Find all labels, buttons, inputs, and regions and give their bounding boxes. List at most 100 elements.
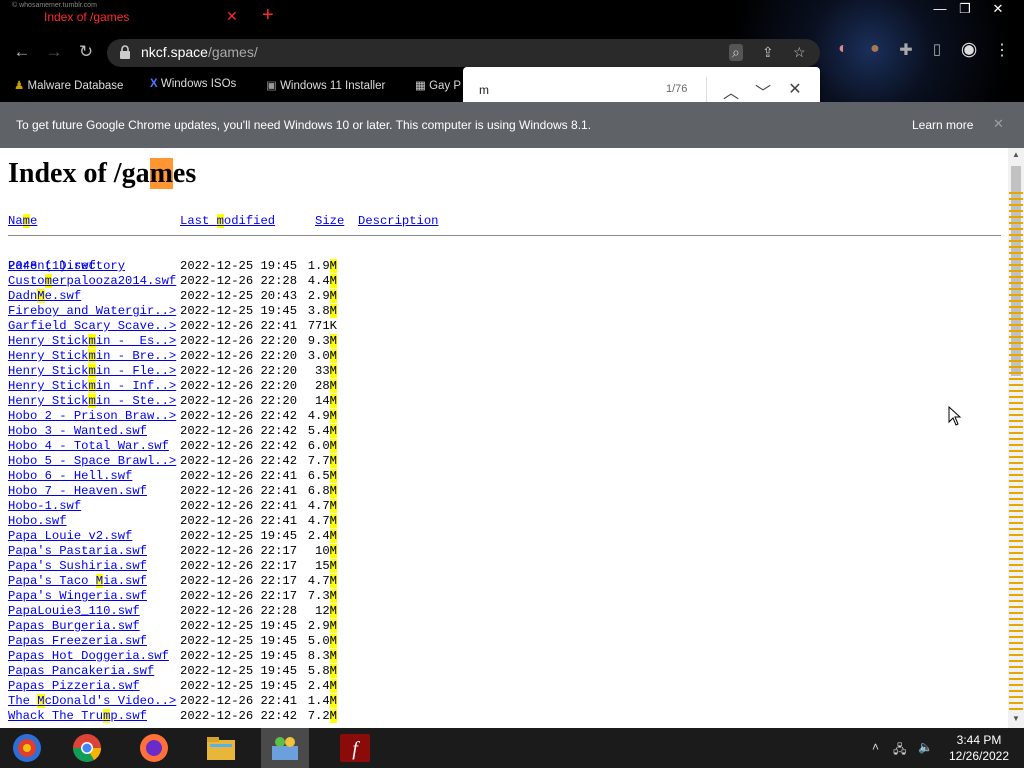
file-link[interactable]: Papa's Taco Mia.swf (8, 574, 147, 589)
infobar-close-icon[interactable]: ✕ (993, 116, 1004, 132)
restore-icon[interactable]: ❐ (950, 0, 980, 18)
file-link[interactable]: Papa Louie v2.swf (8, 529, 132, 544)
bookmark-star-icon[interactable]: ☆ (793, 44, 806, 61)
system-clock[interactable]: 3:44 PM 12/26/2022 (944, 732, 1014, 764)
url-text[interactable]: nkcf.space/games/ (141, 44, 258, 60)
find-match-marker (1009, 648, 1023, 650)
column-header-size[interactable]: Size (315, 214, 344, 228)
file-modified: 2022-12-26 22:17 (180, 574, 298, 588)
file-link[interactable]: DadnMe.swf (8, 289, 81, 304)
file-size: 7.2M (307, 709, 337, 723)
file-link[interactable]: Hobo 4 - Total War.swf (8, 439, 169, 454)
find-match-marker (1009, 282, 1023, 284)
file-link[interactable]: Papas Hot Doggeria.swf (8, 649, 169, 664)
scroll-down-icon[interactable]: ▼ (1012, 714, 1020, 723)
toolbar: ← → ↻ nkcf.space/games/ ⌕ ⇪ ☆ ◐ ● ✚ ▯ ◉ … (0, 34, 1024, 70)
column-header-last-modified[interactable]: Last modified (180, 214, 275, 228)
find-next-icon[interactable]: ﹀ (753, 79, 773, 103)
find-in-page-icon[interactable]: ⌕ (729, 44, 743, 61)
find-match-marker (1009, 354, 1023, 356)
extensions-puzzle-icon[interactable]: ✚ (895, 40, 917, 60)
extension-avatar-icon[interactable]: ● (864, 40, 886, 58)
reload-icon[interactable]: ↻ (75, 42, 97, 62)
bookmark-partial[interactable]: ▦ Gay P (415, 78, 461, 92)
file-link[interactable]: Papa's Wingeria.swf (8, 589, 147, 604)
file-link[interactable]: 2048 (1).swf (8, 259, 96, 274)
find-match-marker (1009, 612, 1023, 614)
file-link[interactable]: PapaLouie3_110.swf (8, 604, 140, 619)
file-link[interactable]: Hobo 7 - Heaven.swf (8, 484, 147, 499)
column-header-name[interactable]: Name (8, 214, 37, 228)
forward-icon[interactable]: → (43, 42, 65, 62)
file-size: 771K (307, 319, 337, 333)
file-modified: 2022-12-26 22:20 (180, 394, 298, 408)
file-modified: 2022-12-26 22:42 (180, 709, 298, 723)
list-item: Papa's Taco Mia.swf 2022-12-26 22:17 4.7M (8, 574, 337, 589)
tab-close-icon[interactable]: ✕ (226, 8, 238, 25)
new-tab-icon[interactable]: + (262, 4, 274, 27)
find-match-marker (1009, 336, 1023, 338)
file-link[interactable]: Henry Stickmin - Inf..> (8, 379, 176, 394)
find-match-marker (1009, 318, 1023, 320)
infobar-message: To get future Google Chrome updates, you… (16, 118, 592, 132)
firefox-icon[interactable] (137, 732, 171, 764)
file-link[interactable]: Papas Freezeria.swf (8, 634, 147, 649)
file-link[interactable]: Henry Stickmin - Es..> (8, 334, 176, 349)
address-bar[interactable]: nkcf.space/games/ ⌕ ⇪ ☆ (107, 39, 820, 67)
file-link[interactable]: The McDonald's Video..> (8, 694, 176, 709)
tab-index-of-games[interactable]: © whosamemer.tumblr.com Index of /games … (0, 0, 252, 34)
back-icon[interactable]: ← (11, 42, 33, 62)
find-previous-icon[interactable]: ︿ (721, 79, 741, 103)
bookmark-malware-database[interactable]: ♟ Malware Database (14, 78, 123, 92)
file-link[interactable]: Hobo 6 - Hell.swf (8, 469, 132, 484)
file-link[interactable]: Hobo 5 - Space Brawl..> (8, 454, 176, 469)
file-explorer-icon[interactable] (204, 732, 238, 764)
share-icon[interactable]: ⇪ (762, 44, 774, 61)
start-icon[interactable] (10, 732, 44, 764)
file-link[interactable]: Fireboy and Watergir..> (8, 304, 176, 319)
file-link[interactable]: Henry Stickmin - Ste..> (8, 394, 176, 409)
file-modified: 2022-12-26 22:41 (180, 514, 298, 528)
file-link[interactable]: Papa's Pastaria.swf (8, 544, 147, 559)
flash-player-icon[interactable]: f (338, 732, 372, 764)
menu-kebab-icon[interactable]: ⋮ (991, 40, 1013, 60)
network-icon[interactable]: 🖧 (893, 740, 906, 761)
file-link[interactable]: Papas Pancakeria.swf (8, 664, 154, 679)
side-panel-icon[interactable]: ▯ (926, 40, 948, 58)
find-match-marker (1009, 480, 1023, 482)
scroll-up-icon[interactable]: ▲ (1012, 150, 1020, 159)
find-match-marker (1009, 366, 1023, 368)
file-link[interactable]: Henry Stickmin - Fle..> (8, 364, 176, 379)
list-item: Papa's Wingeria.swf 2022-12-26 22:17 7.3M (8, 589, 337, 604)
show-hidden-icons-icon[interactable]: ˄ (872, 740, 879, 754)
window-close-icon[interactable]: ✕ (983, 0, 1013, 18)
file-link[interactable]: Hobo-1.swf (8, 499, 81, 514)
file-link[interactable]: Garfield Scary Scave..> (8, 319, 176, 334)
bookmark-windows-isos[interactable]: X Windows ISOs (150, 78, 236, 90)
page-scrollbar[interactable]: ▲ ▼ (1008, 148, 1024, 728)
extension-flag-icon[interactable]: ◐ (832, 40, 854, 58)
find-input[interactable]: m (479, 83, 489, 97)
volume-icon[interactable]: 🔈 (918, 740, 933, 754)
find-match-marker (1009, 222, 1023, 224)
control-panel-icon[interactable] (268, 732, 302, 764)
file-link[interactable]: Papas Pizzeria.swf (8, 679, 140, 694)
chrome-icon[interactable] (70, 732, 104, 764)
file-link[interactable]: Hobo.swf (8, 514, 67, 529)
file-link[interactable]: Henry Stickmin - Bre..> (8, 349, 176, 364)
profile-icon[interactable]: ◉ (958, 38, 980, 61)
find-match-marker (1009, 708, 1023, 710)
learn-more-link[interactable]: Learn more (912, 118, 973, 132)
find-close-icon[interactable]: ✕ (785, 79, 805, 99)
bookmark-windows-11-installer[interactable]: ▣ Windows 11 Installer (266, 78, 385, 92)
file-link[interactable]: Hobo 3 - Wanted.swf (8, 424, 147, 439)
file-modified: 2022-12-26 22:42 (180, 409, 298, 423)
file-link[interactable]: Hobo 2 - Prison Braw..> (8, 409, 176, 424)
file-link[interactable]: Papa's Sushiria.swf (8, 559, 147, 574)
column-header-description[interactable]: Description (358, 214, 438, 228)
find-match-marker (1009, 300, 1023, 302)
file-link[interactable]: Whack The Trump.swf (8, 709, 147, 724)
file-link[interactable]: Papas Burgeria.swf (8, 619, 140, 634)
file-link[interactable]: Customerpalooza2014.swf (8, 274, 176, 289)
find-match-marker (1009, 624, 1023, 626)
